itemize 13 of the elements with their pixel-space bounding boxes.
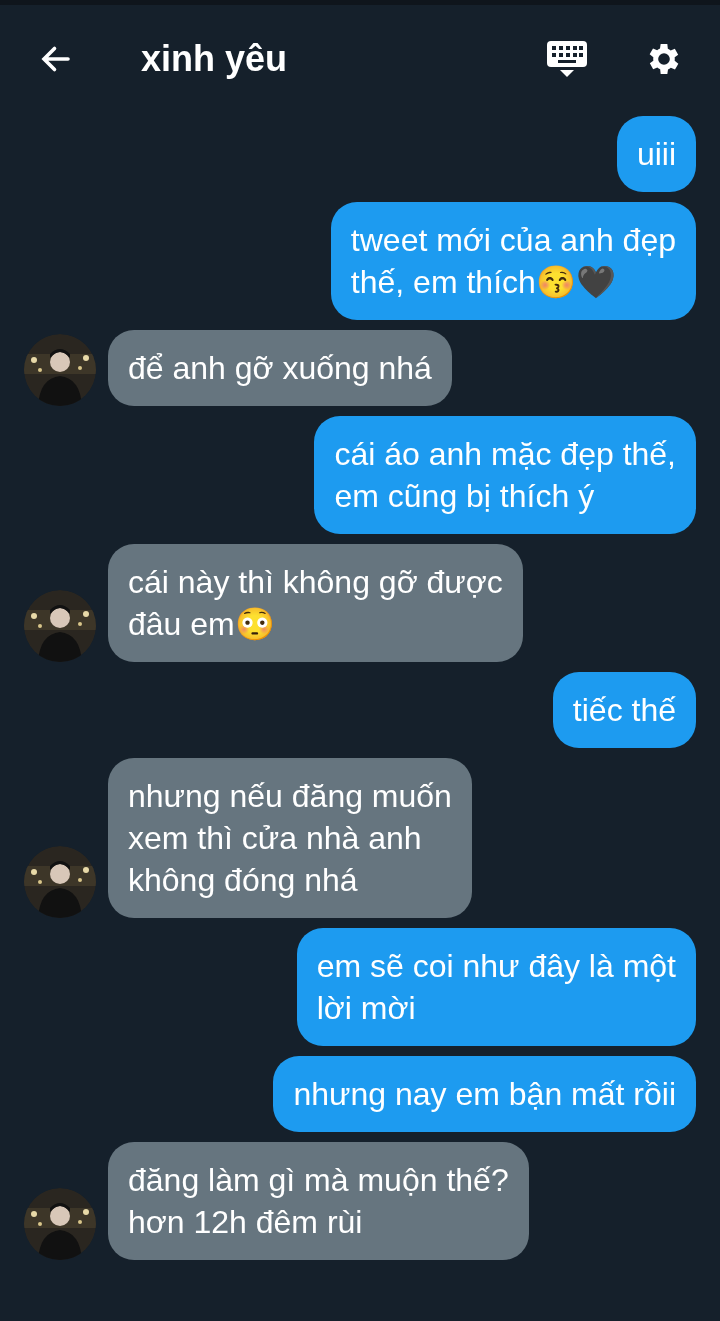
sent-message-bubble: uiii bbox=[616, 116, 696, 192]
received-message-bubble: nhưng nếu đăng muốn xem thì cửa nhà anh không đóng nhá bbox=[108, 758, 472, 918]
sent-message-bubble: tiếc thế bbox=[552, 672, 696, 748]
received-message-bubble: cái này thì không gỡ được đâu em😳 bbox=[108, 544, 523, 662]
sent-message-bubble: cái áo anh mặc đẹp thế, em cũng bị thích ý bbox=[314, 416, 696, 534]
sent-message-bubble: em sẽ coi như đây là một lời mời bbox=[296, 928, 696, 1046]
sent-message-bubble: tweet mới của anh đẹp thế, em thích😚🖤 bbox=[330, 202, 696, 320]
keyboard-button[interactable] bbox=[546, 39, 588, 79]
keyboard-icon bbox=[546, 39, 588, 79]
received-message-bubble: để anh gỡ xuống nhá bbox=[108, 330, 452, 406]
received-message-bubble: đăng làm gì mà muộn thế? hơn 12h đêm rùi bbox=[108, 1142, 529, 1260]
sent-message-bubble: nhưng nay em bận mất rồii bbox=[273, 1056, 696, 1132]
chat-title: xinh yêu bbox=[141, 37, 289, 81]
